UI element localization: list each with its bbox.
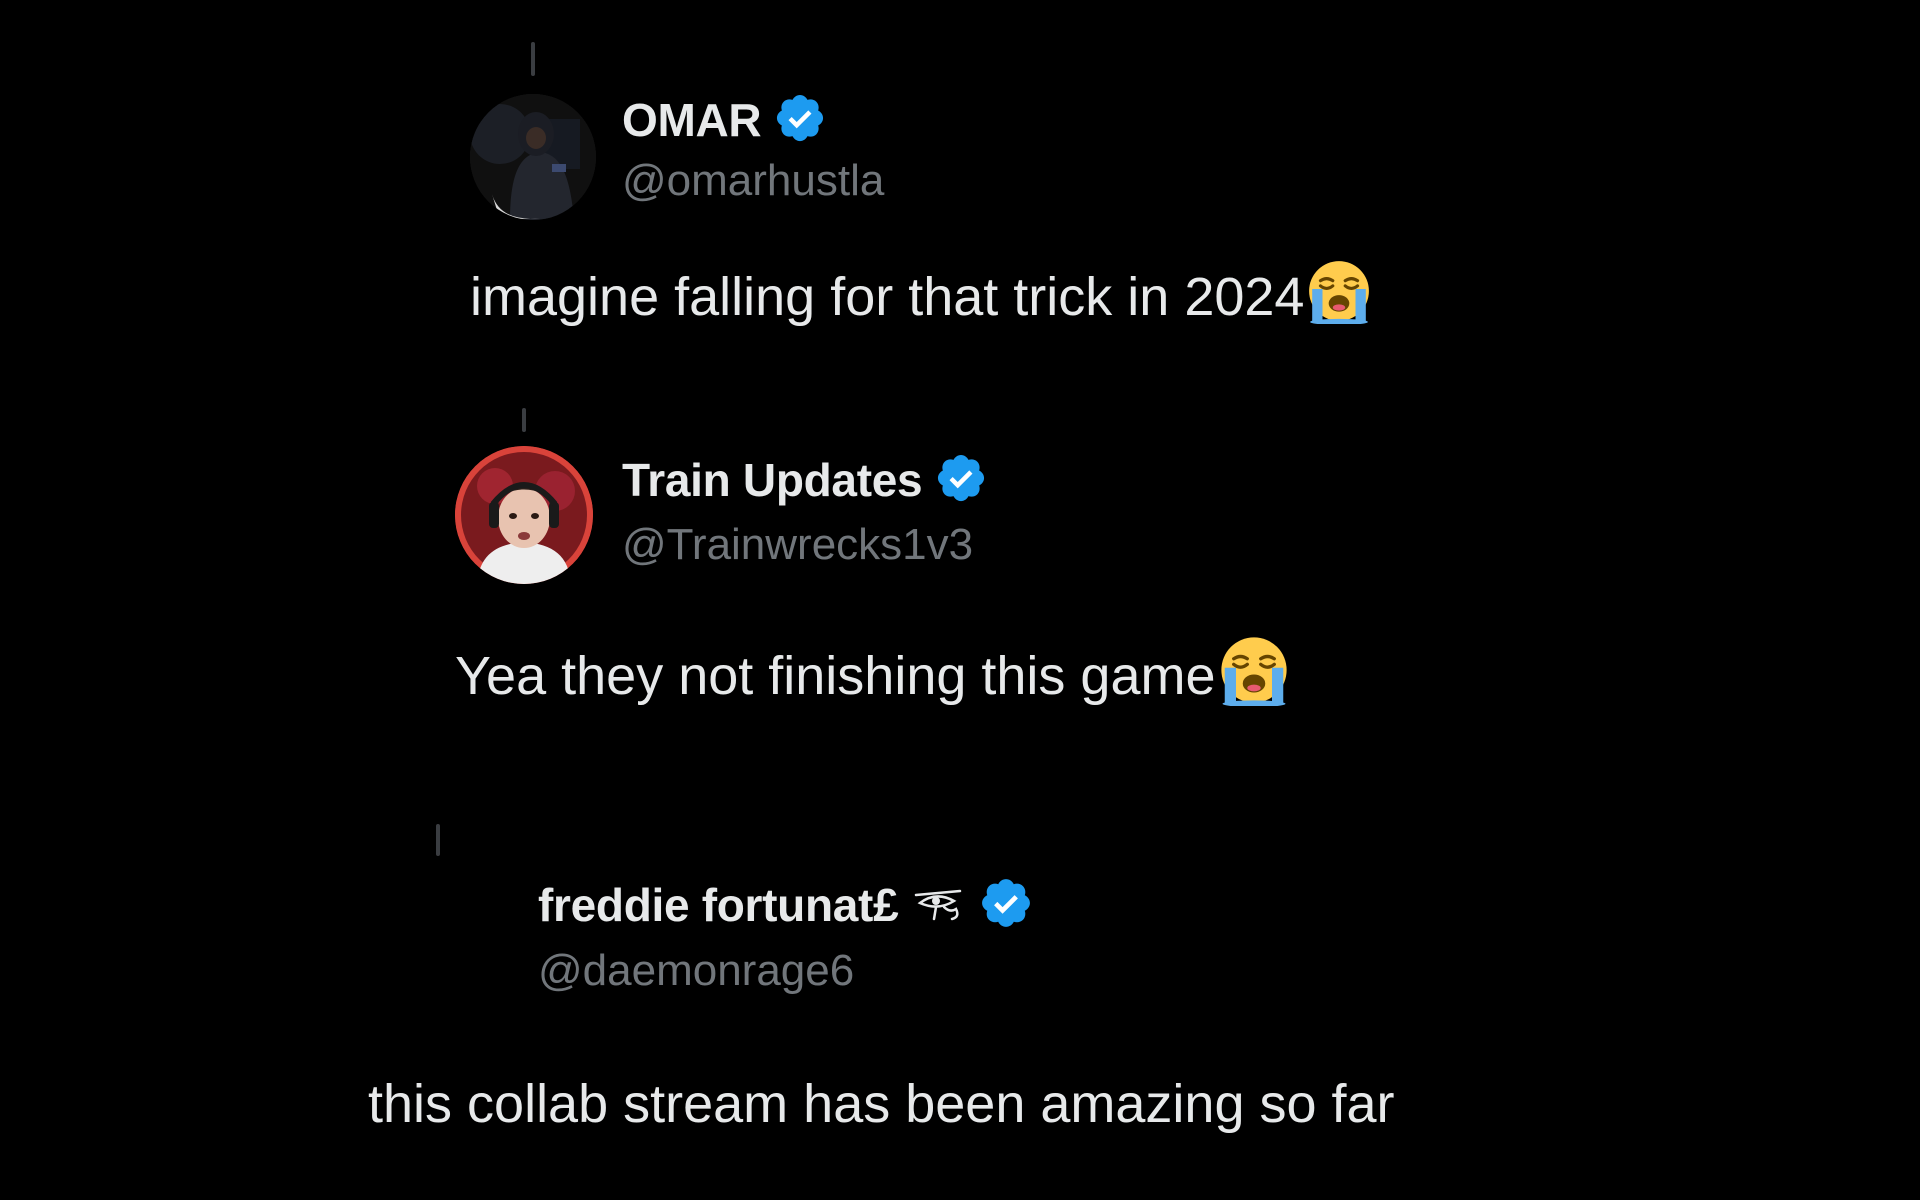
tweet-text-row: Yea they not finishing this game (455, 636, 1290, 712)
display-name[interactable]: freddie fortunat£ (538, 878, 899, 932)
tweet-text-row: imagine falling for that trick in 2024 (470, 260, 1372, 332)
tweet-text: Yea they not finishing this game (455, 646, 1216, 706)
name-row: OMAR (622, 92, 827, 148)
avatar[interactable] (455, 446, 593, 584)
handle[interactable]: @omarhustla (622, 156, 884, 206)
tweet-text: imagine falling for that trick in 2024 (470, 267, 1305, 327)
verified-badge-icon (978, 875, 1034, 936)
tweet-text-row: this collab stream has been amazing so f… (368, 1068, 1395, 1140)
name-row: Train Updates (622, 452, 988, 508)
verified-badge-icon (773, 91, 827, 150)
avatar-train-image (455, 446, 593, 584)
loudly-crying-face-icon (1306, 258, 1372, 337)
name-row: freddie fortunat£ (538, 876, 1034, 934)
display-name[interactable]: OMAR (622, 93, 762, 147)
handle[interactable]: @Trainwrecks1v3 (622, 520, 973, 570)
tweet-text: this collab stream has been amazing so f… (368, 1074, 1395, 1134)
thread-line (436, 824, 440, 856)
display-name[interactable]: Train Updates (622, 453, 923, 507)
avatar[interactable] (372, 862, 504, 994)
handle[interactable]: @daemonrage6 (538, 946, 854, 996)
eye-of-horus-icon (912, 883, 966, 928)
thread-line (522, 408, 526, 432)
avatar[interactable] (470, 94, 596, 220)
avatar-omar-image (470, 94, 596, 220)
loudly-crying-face-icon (1218, 634, 1290, 719)
verified-badge-icon (934, 451, 988, 510)
thread-line (531, 42, 535, 76)
